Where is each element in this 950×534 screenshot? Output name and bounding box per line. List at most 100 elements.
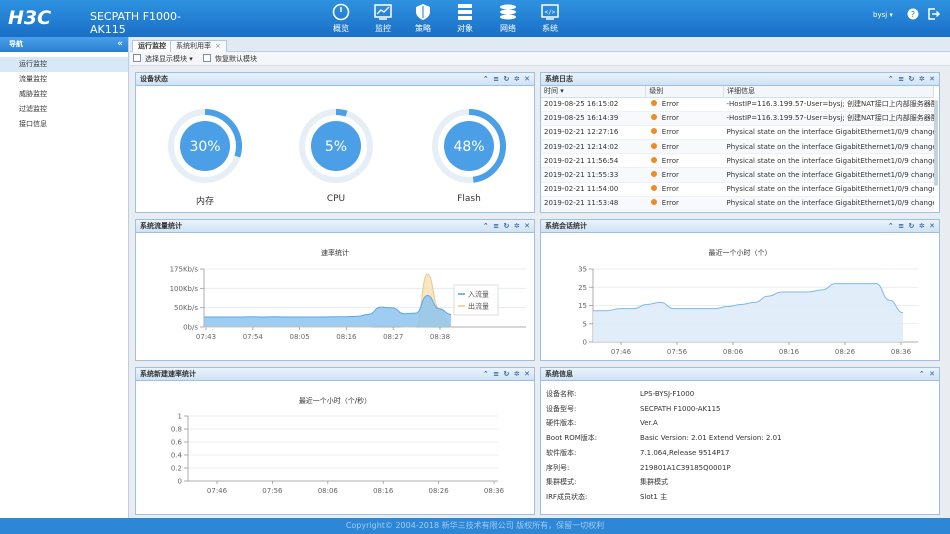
sidebar-item-traffic-monitor[interactable]: 流量监控 [0,72,128,87]
nav-label: 对象 [457,24,473,33]
log-level: Error [645,125,724,141]
x-tick-label: 07:43 [196,333,216,341]
sidebar-item-runtime-monitor[interactable]: 运行监控 [0,57,128,72]
info-key: 软件版本: [546,448,577,457]
restore-default-button[interactable]: 恢复默认模块 [203,54,257,64]
h3c-logo: H3C [8,7,51,29]
info-value: 219801A1C39185Q0001P [640,463,731,472]
log-level-text: Error [661,128,679,137]
x-tick-label: 07:46 [207,487,228,495]
svg-text:</>: </> [545,9,556,16]
log-level: Error [645,97,724,112]
log-time: 2019-02-21 12:14:02 [541,139,646,155]
panel-controls[interactable]: ⌃ ≡ ↻ ✲ ✕ [888,73,936,85]
log-level: Error [645,153,724,169]
table-row[interactable]: 2019-08-25 16:15:02 Error -HostIP=116.3.19… [541,97,934,112]
nav-object[interactable]: 对象 [444,2,486,36]
table-row[interactable]: 2019-02-21 12:14:02 Error Physical state o… [541,139,934,155]
close-icon[interactable]: × [215,42,221,50]
error-dot-icon [650,100,657,107]
column-time[interactable]: 时间 ▾ [541,86,647,98]
cpu-gauge: 5% [299,109,373,183]
panel-controls[interactable]: ⌃ ≡ ↻ ✲ ✕ [483,368,531,380]
system-icon: </> [541,4,559,20]
table-row[interactable]: 2019-02-21 11:54:00 Error Physical state o… [541,182,934,197]
sidebar-item-threat-monitor[interactable]: 威胁监控 [0,87,128,102]
user-menu[interactable]: bysj ▾ [873,11,893,19]
memory-gauge: 30% [168,109,242,183]
log-time: 2019-02-21 11:56:54 [541,153,646,169]
info-key: 硬件版本: [546,419,577,428]
column-detail[interactable]: 详细信息 [723,86,934,98]
info-value: Basic Version: 2.01 Extend Version: 2.01 [640,434,782,443]
syslog-panel: 系统日志 ⌃ ≡ ↻ ✲ ✕ 时间 ▾ 级别 详细信息 2019-08-25 16… [540,72,940,213]
log-level: Error [645,139,724,155]
traffic-panel: 系统流量统计 ⌃ ≡ ↻ ✲ ✕ 速率统计 175Kb/s 100Kb/s 50Kb/… [135,219,535,361]
sidebar-item-filter-monitor[interactable]: 过滤监控 [0,102,128,117]
footer-copyright: Copyright© 2004-2018 新华三技术有限公司 版权所有，保留一切… [0,518,950,534]
panel-title: 设备状态 [140,75,168,83]
tab-system-usage[interactable]: 系统利用率 × [170,40,227,52]
sidebar: 导航 « 运行监控 流量监控 威胁监控 过滤监控 接口信息 [0,37,129,518]
tab-bar: 运行监控 系统利用率 × [130,37,950,52]
nav-monitor[interactable]: 监控 [362,2,404,36]
collapse-icon[interactable]: « [117,37,123,52]
log-time: 2019-08-25 16:15:02 [541,97,646,112]
tab-runtime-monitor[interactable]: 运行监控 [132,40,172,52]
y-tick-label: 0.4 [171,452,183,460]
y-tick-label: 0.2 [171,465,182,473]
x-tick-label: 08:26 [429,487,450,495]
new-rate-chart: 1 0.8 0.6 0.4 0.2 0 07:46 07:56 08:06 08:16 08:26 0… [171,413,505,496]
object-icon [458,4,472,20]
nav-overview[interactable]: 概览 [320,2,362,36]
sidebar-item-interface-info[interactable]: 接口信息 [0,117,128,132]
panel-controls[interactable]: ⌃ ≡ ↻ ✲ ✕ [483,73,531,85]
table-row[interactable]: 2019-02-21 11:53:48 Error Physical state o… [541,196,934,212]
syslog-table: 时间 ▾ 级别 详细信息 2019-08-25 16:15:02 Error -Ho… [541,86,934,212]
y-tick-label: 175Kb/s [170,266,199,274]
nav-network[interactable]: 网络 [487,2,529,36]
choose-modules-button[interactable]: 选择显示模块 ▾ [133,54,193,64]
info-key: 集群模式: [546,478,577,487]
log-time: 2019-02-21 11:53:48 [541,196,646,212]
svg-text:H3C: H3C [8,7,51,29]
panel-controls[interactable]: ⌃ ✕ [919,368,936,380]
panel-controls[interactable]: ⌃ ≡ ↻ ✲ ✕ [888,220,936,232]
x-tick-label: 08:38 [430,333,450,341]
panel-header: 系统流量统计 ⌃ ≡ ↻ ✲ ✕ [136,220,534,233]
table-row[interactable]: 2019-02-21 11:56:54 Error Physical state o… [541,153,934,169]
x-tick-label: 08:05 [290,333,310,341]
nav-policy[interactable]: 策略 [402,2,444,36]
panel-title: 系统会话统计 [545,222,587,230]
y-tick-label: 0 [583,339,587,347]
panel-controls[interactable]: ⌃ ≡ ↻ ✲ ✕ [483,220,531,232]
nav-system[interactable]: </> 系统 [529,2,571,36]
info-key: Boot ROM版本: [546,434,598,443]
x-tick-label: 08:16 [779,348,800,356]
logout-icon[interactable] [928,8,940,20]
x-tick-label: 08:16 [373,487,394,495]
tab-label: 运行监控 [138,42,166,50]
error-dot-icon [650,185,657,192]
y-tick-label: 0.8 [171,426,182,434]
system-info-panel: 系统信息 ⌃ ✕ 设备名称: LPS-BYSJ-F1000 设备型号: SECPATH … [540,367,940,515]
scrollbar[interactable] [934,100,938,186]
table-row[interactable]: 2019-08-25 16:14:39 Error -HostIP=116.3.19… [541,111,934,126]
column-level[interactable]: 级别 [645,86,724,98]
table-row[interactable]: 2019-02-21 12:27:16 Error Physical state o… [541,125,934,141]
session-panel: 系统会话统计 ⌃ ≡ ↻ ✲ ✕ 最近一个小时（个） 35 25 15 5 0 07:46 0… [540,219,940,361]
panel-header: 系统日志 ⌃ ≡ ↻ ✲ ✕ [541,73,939,86]
x-tick-label: 08:06 [723,348,744,356]
top-header: H3C SECPATH F1000-AK115 概览 监控 策略 对象 网络 <… [0,0,950,37]
x-tick-label: 07:56 [262,487,283,495]
help-icon[interactable]: ? [907,8,919,20]
session-chart: 35 25 15 5 0 07:46 07:56 08:06 08:16 08:26 08:36 [578,266,918,356]
svg-text:?: ? [911,10,915,19]
log-detail: Physical state on the interface GigabitE… [723,125,934,141]
table-row[interactable]: 2019-02-21 11:55:33 Error Physical state o… [541,167,934,183]
log-time: 2019-02-21 11:54:00 [541,182,646,197]
flash-label: Flash [457,194,481,204]
info-key: 序列号: [546,463,570,472]
cpu-label: CPU [326,194,346,204]
log-time: 2019-02-21 12:27:16 [541,125,646,141]
